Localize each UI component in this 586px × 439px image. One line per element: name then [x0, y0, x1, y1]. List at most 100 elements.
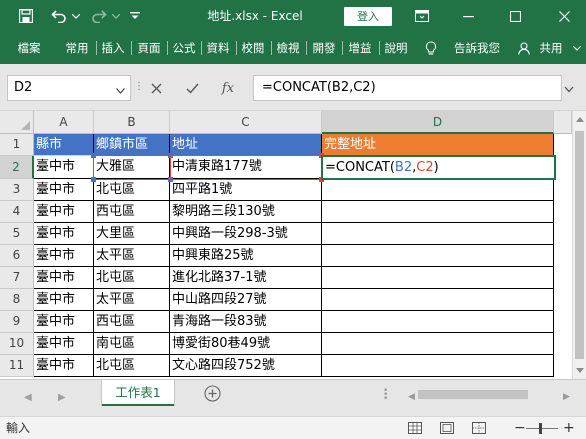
- name-box[interactable]: D2: [7, 75, 131, 101]
- horizontal-scroll-thumb[interactable]: [418, 390, 528, 399]
- cell-a2[interactable]: 臺中市: [34, 156, 94, 179]
- cell-c9[interactable]: 青海路一段83號: [170, 311, 322, 333]
- cell-b11[interactable]: 北屯區: [94, 355, 170, 377]
- cell-b7[interactable]: 北屯區: [94, 267, 170, 289]
- cell-d8[interactable]: [322, 289, 554, 311]
- cell-c11[interactable]: 文心路四段752號: [170, 355, 322, 377]
- ribbon-collapse-icon[interactable]: [570, 32, 584, 64]
- reference-handle[interactable]: [91, 153, 96, 158]
- cell-c2[interactable]: 中清東路177號: [170, 156, 322, 179]
- row-header-3[interactable]: 3: [0, 179, 34, 201]
- ribbon-display-options-icon[interactable]: [406, 0, 438, 32]
- row-header-7[interactable]: 7: [0, 267, 34, 289]
- insert-function-icon[interactable]: fx: [214, 75, 242, 101]
- tab-formulas[interactable]: 公式: [169, 32, 199, 64]
- tab-view[interactable]: 檢視: [273, 32, 303, 64]
- scroll-down-icon[interactable]: [576, 368, 584, 373]
- column-header-d[interactable]: D: [322, 111, 554, 134]
- tab-page-layout[interactable]: 頁面: [133, 32, 165, 64]
- cell-a9[interactable]: 臺中市: [34, 311, 94, 333]
- cell-b5[interactable]: 大里區: [94, 223, 170, 245]
- worksheet-grid[interactable]: A B C D 1 2 3 4 5 6 7 8 9 10 11 縣市 鄉鎮市區 …: [0, 111, 572, 379]
- lightbulb-icon[interactable]: [422, 32, 440, 64]
- cell-d1[interactable]: 完整地址: [322, 134, 554, 156]
- vertical-scroll-thumb[interactable]: [575, 131, 584, 359]
- row-header-1[interactable]: 1: [0, 134, 34, 156]
- column-header-a[interactable]: A: [34, 111, 94, 134]
- column-header-b[interactable]: B: [94, 111, 170, 134]
- tab-splitter-icon[interactable]: • • •: [383, 387, 388, 404]
- reference-handle[interactable]: [168, 153, 173, 158]
- cell-b9[interactable]: 西屯區: [94, 311, 170, 333]
- cell-a6[interactable]: 臺中市: [34, 245, 94, 267]
- horizontal-scrollbar[interactable]: [406, 387, 558, 401]
- column-header-c[interactable]: C: [170, 111, 322, 134]
- cell-d10[interactable]: [322, 333, 554, 355]
- cell-d7[interactable]: [322, 267, 554, 289]
- cell-a10[interactable]: 臺中市: [34, 333, 94, 355]
- cell-b4[interactable]: 西屯區: [94, 201, 170, 223]
- close-icon[interactable]: [548, 0, 580, 32]
- cell-c10[interactable]: 博愛街80巷49號: [170, 333, 322, 355]
- cancel-icon[interactable]: [142, 75, 170, 101]
- tab-developer[interactable]: 開發: [308, 32, 340, 64]
- row-header-6[interactable]: 6: [0, 245, 34, 267]
- cell-c6[interactable]: 中興東路25號: [170, 245, 322, 267]
- tab-help[interactable]: 說明: [381, 32, 411, 64]
- cell-c3[interactable]: 四平路1號: [170, 179, 322, 201]
- sheet-prev-icon[interactable]: ◀: [24, 392, 32, 403]
- redo-icon[interactable]: [88, 0, 110, 32]
- sheet-tab-1[interactable]: 工作表1: [102, 380, 174, 406]
- chevron-down-icon[interactable]: [116, 83, 125, 97]
- tab-review[interactable]: 校閱: [238, 32, 268, 64]
- expand-formula-bar-icon[interactable]: [564, 82, 574, 96]
- undo-dropdown-icon[interactable]: [70, 0, 82, 32]
- cell-d11[interactable]: [322, 355, 554, 377]
- cell-a11[interactable]: 臺中市: [34, 355, 94, 377]
- row-header-4[interactable]: 4: [0, 201, 34, 223]
- cell-a4[interactable]: 臺中市: [34, 201, 94, 223]
- cell-a3[interactable]: 臺中市: [34, 179, 94, 201]
- vertical-scrollbar[interactable]: [572, 111, 586, 379]
- undo-icon[interactable]: [48, 0, 70, 32]
- tell-me-search[interactable]: 告訴我您: [448, 32, 506, 64]
- normal-view-icon[interactable]: [408, 422, 422, 437]
- cell-a8[interactable]: 臺中市: [34, 289, 94, 311]
- select-all-button[interactable]: [0, 111, 34, 134]
- cell-c8[interactable]: 中山路四段27號: [170, 289, 322, 311]
- cell-c5[interactable]: 中興路一段298-3號: [170, 223, 322, 245]
- cell-b10[interactable]: 南屯區: [94, 333, 170, 355]
- scroll-right-icon[interactable]: ▶: [563, 392, 570, 402]
- cell-d5[interactable]: [322, 223, 554, 245]
- sheet-next-icon[interactable]: ▶: [58, 392, 66, 403]
- enter-check-icon[interactable]: [178, 75, 206, 101]
- cell-b6[interactable]: 太平區: [94, 245, 170, 267]
- row-header-11[interactable]: 11: [0, 355, 34, 377]
- cell-b2[interactable]: 大雅區: [94, 156, 170, 179]
- cell-d4[interactable]: [322, 201, 554, 223]
- add-sheet-icon[interactable]: [204, 385, 221, 402]
- scroll-up-icon[interactable]: [576, 117, 584, 122]
- row-header-5[interactable]: 5: [0, 223, 34, 245]
- page-layout-view-icon[interactable]: [440, 422, 454, 437]
- cell-a1[interactable]: 縣市: [34, 134, 94, 156]
- column-header-e[interactable]: [554, 111, 572, 134]
- active-cell-d2[interactable]: =CONCAT(B2,C2): [321, 155, 556, 180]
- minimize-icon[interactable]: [452, 0, 484, 32]
- tab-insert[interactable]: 插入: [98, 32, 128, 64]
- row-header-10[interactable]: 10: [0, 333, 34, 355]
- cell-d9[interactable]: [322, 311, 554, 333]
- row-header-8[interactable]: 8: [0, 289, 34, 311]
- maximize-icon[interactable]: [499, 0, 531, 32]
- customize-toolbar-icon[interactable]: [124, 0, 146, 32]
- tab-home[interactable]: 常用: [61, 32, 93, 64]
- cell-b3[interactable]: 北屯區: [94, 179, 170, 201]
- redo-dropdown-icon[interactable]: [110, 0, 122, 32]
- cell-c1[interactable]: 地址: [170, 134, 322, 156]
- formula-input[interactable]: =CONCAT(B2,C2): [253, 75, 562, 101]
- reference-handle[interactable]: [168, 177, 173, 182]
- save-icon[interactable]: [14, 0, 38, 32]
- page-break-view-icon[interactable]: [472, 422, 486, 437]
- tab-data[interactable]: 資料: [203, 32, 233, 64]
- zoom-out-icon[interactable]: −: [514, 417, 526, 439]
